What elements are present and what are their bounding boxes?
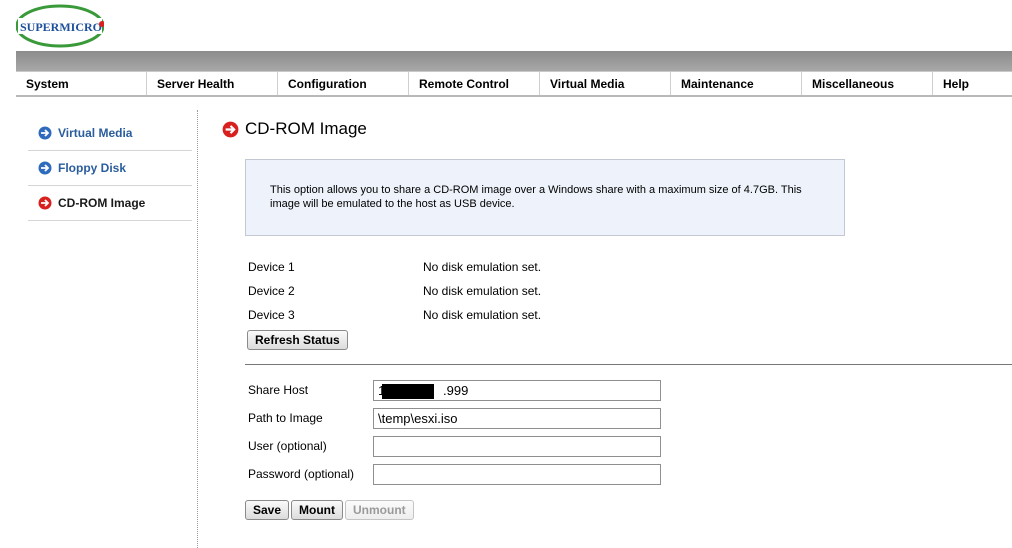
device-2-label: Device 2 [248,284,295,298]
refresh-status-button[interactable]: Refresh Status [247,330,348,350]
menu-system[interactable]: System [16,72,147,95]
share-host-label: Share Host [248,383,309,397]
page-title-text: CD-ROM Image [245,119,367,138]
unmount-button[interactable]: Unmount [345,500,414,520]
info-box: This option allows you to share a CD-ROM… [245,159,845,236]
menu-maintenance[interactable]: Maintenance [671,72,802,95]
main-menu-bar: System Server Health Configuration Remot… [16,71,1012,97]
sidebar-item-label: CD-ROM Image [58,196,146,210]
device-1-status: No disk emulation set. [423,260,542,274]
path-to-image-input[interactable] [373,408,661,429]
password-input[interactable] [373,464,661,485]
sidebar-item-virtual-media[interactable]: Virtual Media [28,116,192,151]
password-label: Password (optional) [248,467,355,481]
menu-virtual-media[interactable]: Virtual Media [540,72,671,95]
user-label: User (optional) [248,439,327,453]
redaction-block [382,384,434,399]
menu-miscellaneous[interactable]: Miscellaneous [802,72,933,95]
device-2-status: No disk emulation set. [423,284,542,298]
supermicro-logo: SUPERMICRO [16,4,104,48]
sidebar-item-label: Virtual Media [58,126,133,140]
arrow-circle-right-icon [222,121,239,137]
arrow-circle-right-icon [38,126,52,140]
device-3-label: Device 3 [248,308,295,322]
logo-text: SUPERMICRO [20,20,102,34]
menu-configuration[interactable]: Configuration [278,72,409,95]
sidebar-item-label: Floppy Disk [58,161,127,175]
save-button[interactable]: Save [245,500,290,520]
menu-remote-control[interactable]: Remote Control [409,72,540,95]
arrow-circle-right-icon [38,161,52,175]
header-band [16,51,1012,72]
user-input[interactable] [373,436,661,457]
sidebar: Virtual Media Floppy Disk CD-ROM Image [28,116,192,221]
device-1-label: Device 1 [248,260,295,274]
info-text: This option allows you to share a CD-ROM… [270,184,802,210]
menu-help[interactable]: Help [933,72,1012,95]
device-3-status: No disk emulation set. [423,308,542,322]
page-title: CD-ROM Image [222,119,367,139]
path-to-image-label: Path to Image [248,411,323,425]
vertical-divider [197,110,198,548]
section-divider [245,364,1012,365]
sidebar-item-floppy-disk[interactable]: Floppy Disk [28,151,192,186]
arrow-circle-right-icon [38,196,52,210]
sidebar-item-cd-rom-image[interactable]: CD-ROM Image [28,186,192,221]
mount-button[interactable]: Mount [291,500,343,520]
menu-server-health[interactable]: Server Health [147,72,278,95]
